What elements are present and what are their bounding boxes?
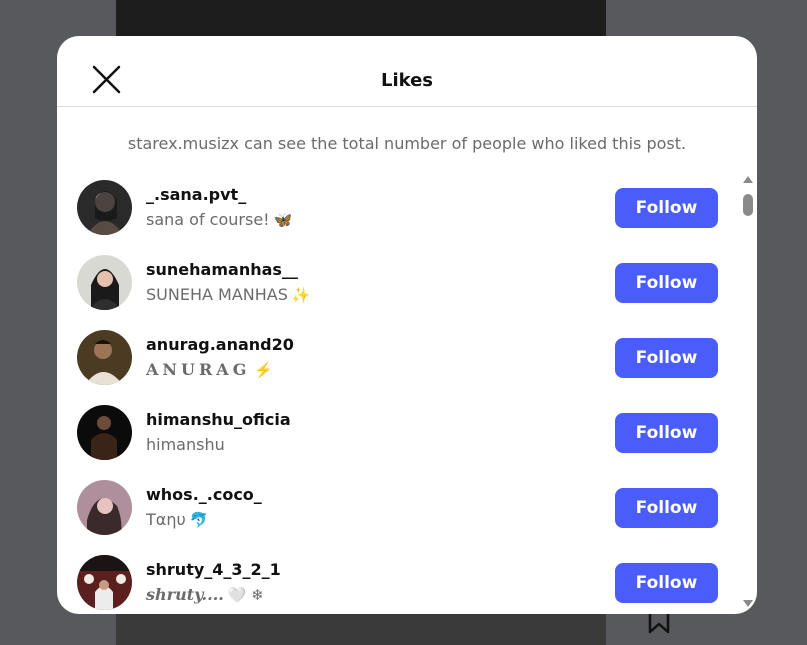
like-username[interactable]: shruty_4_3_2_1 bbox=[146, 560, 281, 580]
like-fullname: ANURAG ⚡ bbox=[146, 360, 277, 380]
like-fullname: sana of course! 🦋 bbox=[146, 210, 292, 230]
dialog-header: Likes bbox=[57, 36, 757, 107]
list-item: anurag.anand20 ANURAG ⚡ Follow bbox=[57, 326, 737, 401]
dialog-title: Likes bbox=[380, 70, 434, 91]
scroll-thumb[interactable] bbox=[743, 194, 753, 216]
fullname-text: SUNEHA MANHAS bbox=[146, 285, 288, 304]
like-fullname: himanshu bbox=[146, 435, 225, 455]
emoji-badge: ✨ bbox=[291, 286, 311, 304]
follow-button[interactable]: Follow bbox=[615, 188, 718, 228]
fullname-text: sana of course! bbox=[146, 210, 270, 229]
fullname-text: shruty.... bbox=[146, 585, 224, 604]
avatar[interactable] bbox=[77, 405, 132, 460]
fullname-text: ANURAG bbox=[146, 360, 251, 379]
list-item: sunehamanhas__ SUNEHA MANHAS ✨ Follow bbox=[57, 251, 737, 326]
like-username[interactable]: _.sana.pvt_ bbox=[146, 185, 246, 205]
avatar[interactable] bbox=[77, 255, 132, 310]
post-footer bbox=[116, 613, 606, 645]
follow-button[interactable]: Follow bbox=[615, 263, 718, 303]
list-scrollbar[interactable] bbox=[741, 176, 755, 614]
like-fullname: SUNEHA MANHAS ✨ bbox=[146, 285, 311, 305]
list-item: whos._.coco_ Tαηυ 🐬 Follow bbox=[57, 476, 737, 551]
like-fullname: Tαηυ 🐬 bbox=[146, 510, 208, 530]
likes-notice: starex.musizx can see the total number o… bbox=[127, 134, 687, 153]
avatar[interactable] bbox=[77, 180, 132, 235]
follow-button[interactable]: Follow bbox=[615, 413, 718, 453]
like-username[interactable]: anurag.anand20 bbox=[146, 335, 294, 355]
like-username[interactable]: sunehamanhas__ bbox=[146, 260, 298, 280]
emoji-badge: 🤍 ❄ bbox=[227, 586, 264, 604]
emoji-badge: 🐬 bbox=[189, 511, 209, 529]
avatar[interactable] bbox=[77, 480, 132, 535]
follow-button[interactable]: Follow bbox=[615, 488, 718, 528]
like-fullname: shruty.... 🤍 ❄ bbox=[146, 585, 264, 605]
list-item: himanshu_oficia himanshu Follow bbox=[57, 401, 737, 476]
likes-list: _.sana.pvt_ sana of course! 🦋 Follow sune… bbox=[57, 176, 737, 614]
follow-button[interactable]: Follow bbox=[615, 563, 718, 603]
like-username[interactable]: whos._.coco_ bbox=[146, 485, 262, 505]
emoji-badge: ⚡ bbox=[254, 361, 278, 379]
like-username[interactable]: himanshu_oficia bbox=[146, 410, 291, 430]
list-item: shruty_4_3_2_1 shruty.... 🤍 ❄ Follow bbox=[57, 551, 737, 614]
list-item: _.sana.pvt_ sana of course! 🦋 Follow bbox=[57, 176, 737, 251]
fullname-text: Tαηυ bbox=[146, 510, 186, 529]
scroll-down-arrow-icon[interactable] bbox=[743, 600, 753, 607]
scroll-up-arrow-icon[interactable] bbox=[743, 176, 753, 183]
avatar[interactable] bbox=[77, 555, 132, 610]
avatar[interactable] bbox=[77, 330, 132, 385]
follow-button[interactable]: Follow bbox=[615, 338, 718, 378]
fullname-text: himanshu bbox=[146, 435, 225, 454]
emoji-badge: 🦋 bbox=[273, 211, 293, 229]
likes-dialog: Likes starex.musizx can see the total nu… bbox=[57, 36, 757, 614]
